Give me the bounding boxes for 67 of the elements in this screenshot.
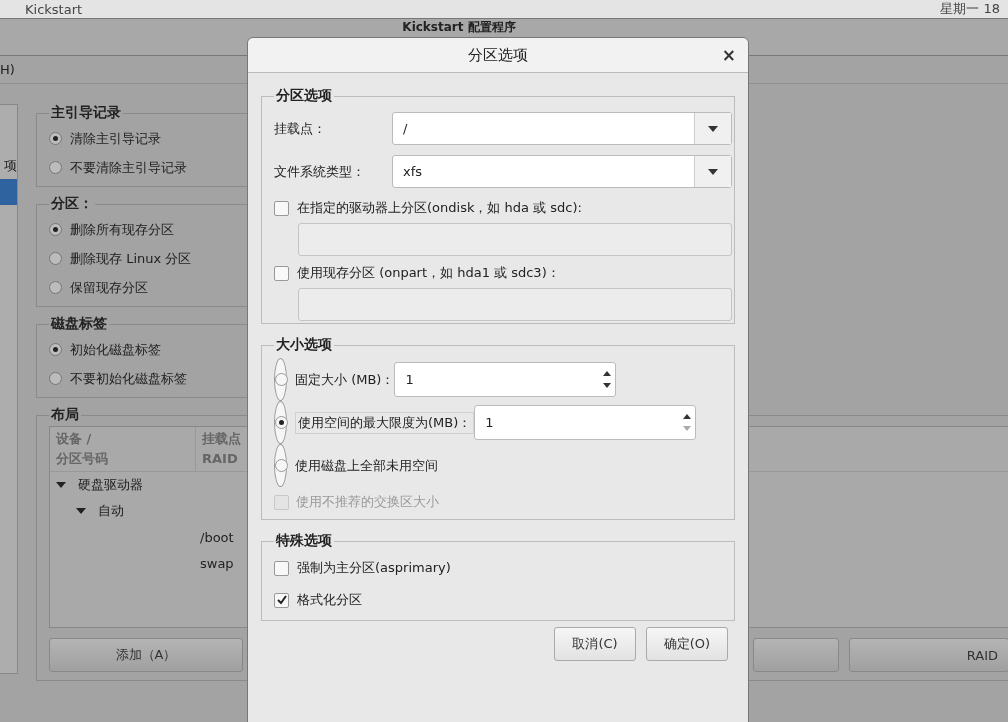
radio-button[interactable] (275, 459, 288, 472)
group-title: 分区： (50, 195, 94, 213)
mount-point[interactable]: swap (200, 555, 234, 571)
group-title: 分区选项 (275, 87, 333, 105)
dropdown-arrow-icon[interactable] (708, 168, 718, 175)
menu-item[interactable]: H) (0, 62, 15, 77)
checkbox[interactable] (274, 560, 289, 576)
spin-up-icon[interactable] (603, 371, 612, 376)
option-label: 初始化磁盘标签 (70, 340, 161, 359)
checkbox[interactable] (274, 265, 289, 281)
cancel-button[interactable]: 取消(C) (554, 627, 636, 661)
option-label: 格式化分区 (297, 591, 362, 609)
option-label: 使用空间的最大限度为(MB)： (295, 411, 475, 434)
group-title: 主引导记录 (50, 104, 122, 122)
checkbox[interactable] (274, 200, 289, 216)
mount-point-combo[interactable]: / (392, 112, 732, 145)
radio-button[interactable] (275, 373, 288, 386)
radio-button[interactable] (49, 343, 62, 356)
close-button[interactable]: × (717, 45, 740, 65)
expander-icon[interactable] (76, 508, 86, 514)
ok-button[interactable]: 确定(O) (646, 627, 728, 661)
radio-button[interactable] (49, 223, 62, 236)
spin-field[interactable]: 1 (394, 362, 617, 397)
option-label: 保留现存分区 (70, 278, 148, 297)
filesystem-combo[interactable]: xfs (392, 155, 732, 188)
checkbox[interactable] (274, 592, 289, 608)
group-title: 特殊选项 (274, 532, 333, 550)
app-name: Kickstart (25, 1, 83, 17)
radio-button[interactable] (49, 161, 62, 174)
radio-button[interactable] (49, 132, 62, 145)
spin-field[interactable]: 1 (474, 405, 697, 440)
tree-item[interactable]: 自动 (98, 502, 124, 520)
option-label: 不要清除主引导记录 (70, 158, 187, 177)
spin-up-icon[interactable] (683, 414, 692, 419)
dialog-title: 分区选项 (468, 45, 528, 65)
mount-point[interactable]: /boot (200, 529, 234, 545)
option-label: 使用磁盘上全部未用空间 (295, 456, 438, 475)
spin-down-icon[interactable] (603, 383, 612, 388)
option-label: 删除所有现存分区 (70, 220, 174, 239)
tree-item[interactable]: 硬盘驱动器 (78, 476, 143, 494)
field-label: 挂载点： (274, 119, 327, 138)
option-label: 在指定的驱动器上分区(ondisk，如 hda 或 sdc): (297, 199, 582, 217)
dropdown-arrow-icon[interactable] (708, 125, 718, 132)
expander-icon[interactable] (56, 482, 66, 488)
option-label: 使用现存分区 (onpart，如 hda1 或 sdc3)： (297, 264, 560, 282)
group-title: 布局 (50, 406, 80, 424)
radio-button[interactable] (49, 252, 62, 265)
sidebar-item[interactable]: 项 (0, 153, 17, 179)
option-label: 清除主引导记录 (70, 129, 161, 148)
option-label: 固定大小 (MB)： (295, 370, 395, 389)
input-field[interactable] (298, 288, 732, 321)
radio-button[interactable] (275, 416, 288, 429)
input-field[interactable] (298, 223, 732, 256)
radio-button[interactable] (49, 372, 62, 385)
add-button[interactable]: 添加（A） (49, 638, 243, 672)
field-label: 文件系统类型： (274, 162, 366, 181)
raid-button[interactable]: RAID (849, 638, 1008, 672)
option-label: 使用不推荐的交换区大小 (296, 493, 439, 511)
clock: 星期一 18 (940, 0, 1000, 18)
option-label: 不要初始化磁盘标签 (70, 369, 187, 388)
radio-button[interactable] (49, 281, 62, 294)
option-label: 删除现存 Linux 分区 (70, 249, 192, 268)
group-title: 磁盘标签 (49, 315, 108, 333)
window-title: Kickstart 配置程序 (402, 19, 516, 35)
group-title: 大小选项 (275, 336, 333, 354)
button[interactable] (753, 638, 839, 672)
option-label: 强制为主分区(asprimary) (297, 559, 451, 577)
